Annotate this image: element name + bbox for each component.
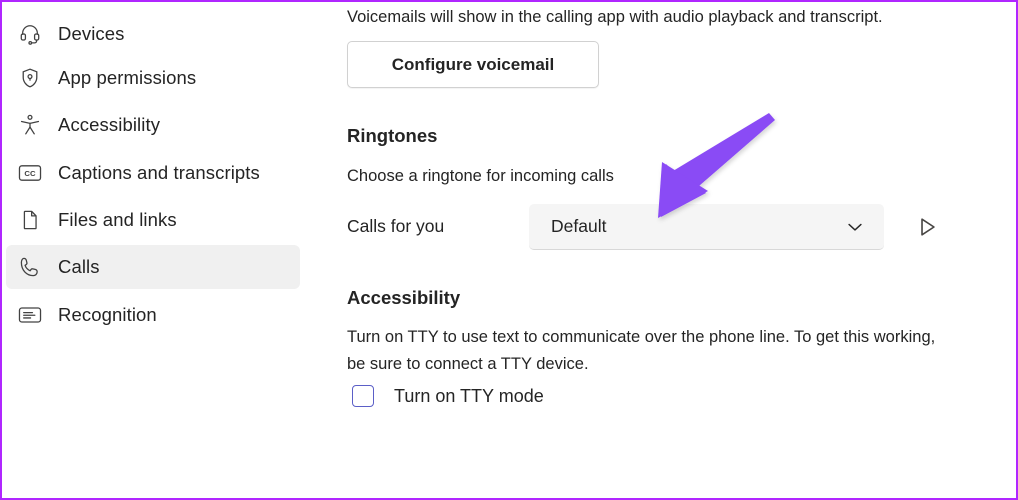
ringtones-heading: Ringtones [347, 125, 438, 146]
sidebar-item-label: Captions and transcripts [58, 162, 260, 183]
chevron-down-icon [844, 216, 866, 238]
sidebar-item-calls[interactable]: Calls [6, 245, 300, 289]
calls-for-you-label: Calls for you [347, 216, 445, 236]
sidebar-item-app-permissions[interactable]: App permissions [6, 56, 300, 100]
tty-mode-checkbox[interactable] [352, 385, 374, 407]
sidebar-item-label: Calls [58, 256, 100, 277]
play-ringtone-button[interactable] [907, 207, 947, 247]
teams-settings-window: Devices App permissions Accessibility CC… [0, 0, 1018, 500]
tty-mode-checkbox-row[interactable]: Turn on TTY mode [352, 385, 544, 407]
sidebar-item-captions-and-transcripts[interactable]: CC Captions and transcripts [6, 151, 300, 195]
voicemail-description: Voicemails will show in the calling app … [347, 8, 883, 26]
sidebar-item-label: Accessibility [58, 114, 161, 135]
configure-voicemail-button[interactable]: Configure voicemail [347, 41, 599, 88]
settings-sidebar: Devices App permissions Accessibility CC… [2, 2, 302, 498]
sidebar-item-files-and-links[interactable]: Files and links [6, 198, 300, 242]
sidebar-item-recognition[interactable]: Recognition [6, 293, 300, 337]
ringtone-select[interactable]: Default [529, 204, 884, 250]
accessibility-icon [16, 111, 44, 139]
recognition-icon [16, 301, 44, 329]
sidebar-item-label: Devices [58, 23, 125, 44]
phone-icon [16, 253, 44, 281]
sidebar-item-label: Files and links [58, 209, 177, 230]
headset-icon [16, 20, 44, 48]
calls-settings-panel: Voicemails will show in the calling app … [302, 2, 1016, 498]
sidebar-item-label: Recognition [58, 304, 157, 325]
tty-description: Turn on TTY to use text to communicate o… [347, 328, 936, 373]
document-icon [16, 206, 44, 234]
tty-mode-label: Turn on TTY mode [394, 385, 544, 406]
sidebar-item-label: App permissions [58, 67, 197, 88]
sidebar-item-devices[interactable]: Devices [6, 12, 300, 56]
svg-text:CC: CC [24, 169, 36, 178]
ringtones-description: Choose a ringtone for incoming calls [347, 167, 614, 185]
accessibility-heading: Accessibility [347, 287, 461, 308]
closed-caption-icon: CC [16, 159, 44, 187]
shield-lock-icon [16, 64, 44, 92]
ringtone-selected-value: Default [551, 216, 607, 236]
play-triangle-icon [914, 214, 940, 240]
sidebar-item-accessibility[interactable]: Accessibility [6, 103, 300, 147]
